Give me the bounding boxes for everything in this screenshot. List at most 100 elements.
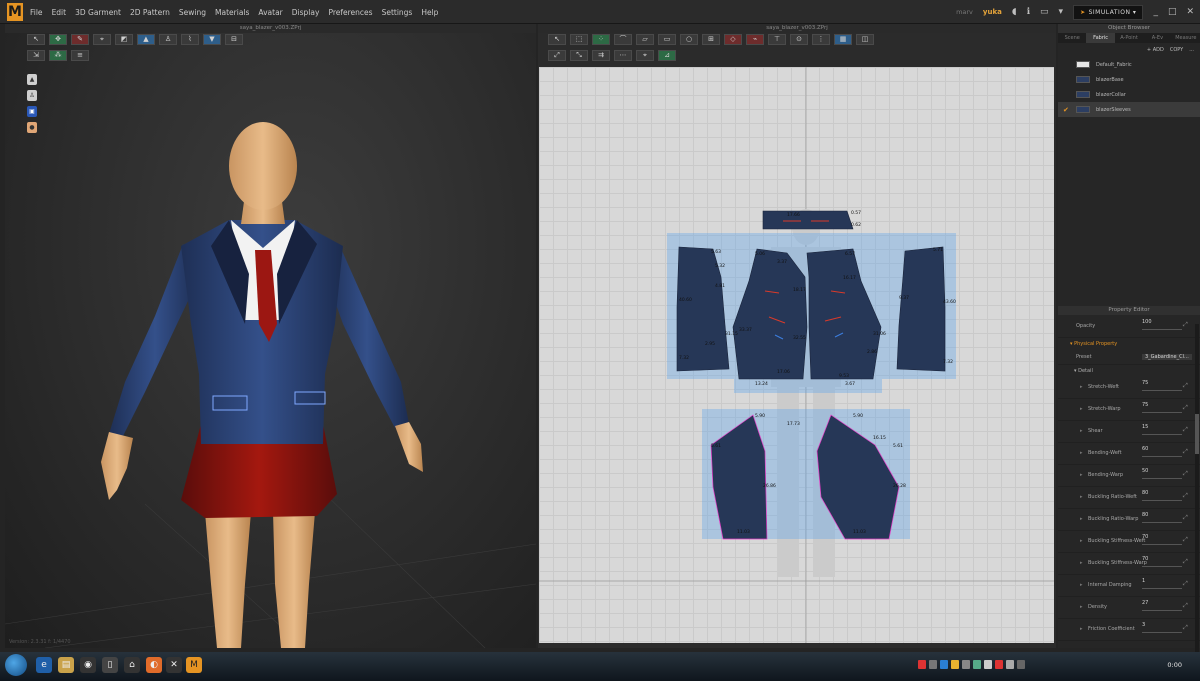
2d-sew-free-button[interactable]: ⤡ [570,50,588,61]
property-slider[interactable] [1142,478,1182,479]
2d-internal-button[interactable]: ⊞ [702,34,720,45]
edit-icon[interactable]: ⤢ [1183,602,1188,610]
preset-select[interactable]: 3_Gabardine_Cl... [1142,354,1192,360]
property-value[interactable]: 15 [1142,424,1148,430]
tab-measure[interactable]: Measure [1172,33,1200,43]
property-label[interactable]: Density [1088,604,1107,610]
property-value[interactable]: 75 [1142,402,1148,408]
copy-fabric-button[interactable]: COPY [1170,47,1183,53]
property-value[interactable]: 60 [1142,446,1148,452]
firefox-icon[interactable]: ◐ [146,657,162,673]
property-label[interactable]: Buckling Ratio-Warp [1088,516,1138,522]
2d-zip-button[interactable]: ⋮ [812,34,830,45]
property-value[interactable]: 80 [1142,512,1148,518]
tray-icon[interactable] [962,660,970,669]
tray-icon[interactable] [918,660,926,669]
2d-polygon-button[interactable]: ▱ [636,34,654,45]
property-slider[interactable] [1142,522,1182,523]
terminal-icon[interactable]: ▯ [102,657,118,673]
2d-rect-button[interactable]: ▭ [658,34,676,45]
tab-a-point[interactable]: A-Point [1115,33,1143,43]
menu-file[interactable]: File [30,8,43,17]
taskbar-clock[interactable]: 0:00 [1167,661,1182,669]
edit-icon[interactable]: ⤢ [1183,448,1188,456]
edit-icon[interactable]: ⤢ [1183,558,1188,566]
detail-section[interactable]: ▾ Detail [1058,365,1200,377]
tray-icon[interactable] [1006,660,1014,669]
expand-arrow-icon[interactable]: ▸ [1080,472,1083,478]
tray-icon[interactable] [940,660,948,669]
property-slider[interactable] [1142,390,1182,391]
close-icon[interactable]: ✕ [1186,7,1194,17]
menu-preferences[interactable]: Preferences [328,8,372,17]
volume-icon[interactable]: ◖ [1012,7,1017,17]
scrollbar-thumb[interactable] [1195,414,1199,454]
tray-icon[interactable] [1017,660,1025,669]
tray-icon[interactable] [951,660,959,669]
expand-arrow-icon[interactable]: ▸ [1080,560,1083,566]
property-label[interactable]: Internal Damping [1088,582,1132,588]
maximize-icon[interactable]: □ [1168,7,1177,17]
property-slider[interactable] [1142,434,1182,435]
minimize-icon[interactable]: _ [1153,7,1158,17]
property-value[interactable]: 70 [1142,534,1148,540]
2d-circle-button[interactable]: ○ [680,34,698,45]
edit-icon[interactable]: ⤢ [1183,492,1188,500]
physical-property-section[interactable]: ▾ Physical Property [1058,338,1200,351]
more-button[interactable]: ... [1189,47,1194,53]
expand-arrow-icon[interactable]: ▸ [1080,516,1083,522]
2d-transform-button[interactable]: ⬚ [570,34,588,45]
tab-scene[interactable]: Scene [1058,33,1086,43]
expand-arrow-icon[interactable]: ▸ [1080,384,1083,390]
2d-topstitch-button[interactable]: ⋯ [614,50,632,61]
2d-texture-button[interactable]: ▦ [834,34,852,45]
property-label[interactable]: Shear [1088,428,1103,434]
menu-edit[interactable]: Edit [52,8,67,17]
2d-seam-button[interactable]: ⌁ [746,34,764,45]
edit-icon[interactable]: ⤢ [1183,580,1188,588]
property-label[interactable]: Stretch-Warp [1088,406,1121,412]
expand-arrow-icon[interactable]: ▸ [1080,428,1083,434]
fabric-item[interactable]: blazerCollar [1058,87,1200,102]
expand-arrow-icon[interactable]: ▸ [1080,450,1083,456]
edit-icon[interactable]: ⤢ [1183,426,1188,434]
property-value[interactable]: 27 [1142,600,1148,606]
menu-3d-garment[interactable]: 3D Garment [75,8,121,17]
property-label[interactable]: Stretch-Weft [1088,384,1119,390]
ie-icon[interactable]: e [36,657,52,673]
start-button[interactable] [5,654,27,676]
fabric-item[interactable]: blazerBase [1058,72,1200,87]
2d-sew-multi-button[interactable]: ⇉ [592,50,610,61]
2d-pin-button[interactable]: ⌖ [636,50,654,61]
tray-icon[interactable] [995,660,1003,669]
property-label[interactable]: Friction Coefficient [1088,626,1135,632]
menu-display[interactable]: Display [292,8,320,17]
edit-icon[interactable]: ⤢ [1183,382,1188,390]
expand-arrow-icon[interactable]: ▸ [1080,604,1083,610]
edit-icon[interactable]: ⤢ [1183,514,1188,522]
display-icon[interactable]: ▭ [1040,7,1049,17]
property-value[interactable]: 50 [1142,468,1148,474]
2d-edit-point-button[interactable]: ⁘ [592,34,610,45]
property-label[interactable]: Bending-Weft [1088,450,1122,456]
property-label[interactable]: Buckling Stiffness-Warp [1088,560,1147,566]
property-value[interactable]: 70 [1142,556,1148,562]
expand-arrow-icon[interactable]: ▸ [1080,494,1083,500]
menu-sewing[interactable]: Sewing [179,8,206,17]
property-value[interactable]: 80 [1142,490,1148,496]
menu-materials[interactable]: Materials [215,8,249,17]
edit-icon[interactable]: ⤢ [1183,536,1188,544]
property-slider[interactable] [1142,500,1182,501]
tray-icon[interactable] [929,660,937,669]
edit-icon[interactable]: ⤢ [1183,624,1188,632]
2d-select-button[interactable]: ↖ [548,34,566,45]
fabric-item[interactable]: Default_Fabric [1058,57,1200,72]
property-scrollbar[interactable] [1195,324,1199,654]
opacity-slider[interactable] [1142,329,1182,330]
property-value[interactable]: 1 [1142,578,1145,584]
3d-garment-viewport[interactable]: saya_blazer_v003.ZPrj ↖ ✥ ✎ ⌖ ◩ ▲ ♙ ⌇ ▼ … [5,24,536,648]
menu-help[interactable]: Help [421,8,438,17]
tab-a-ev[interactable]: A-Ev [1143,33,1171,43]
expand-arrow-icon[interactable]: ▸ [1080,626,1083,632]
edit-icon[interactable]: ⤢ [1183,404,1188,412]
